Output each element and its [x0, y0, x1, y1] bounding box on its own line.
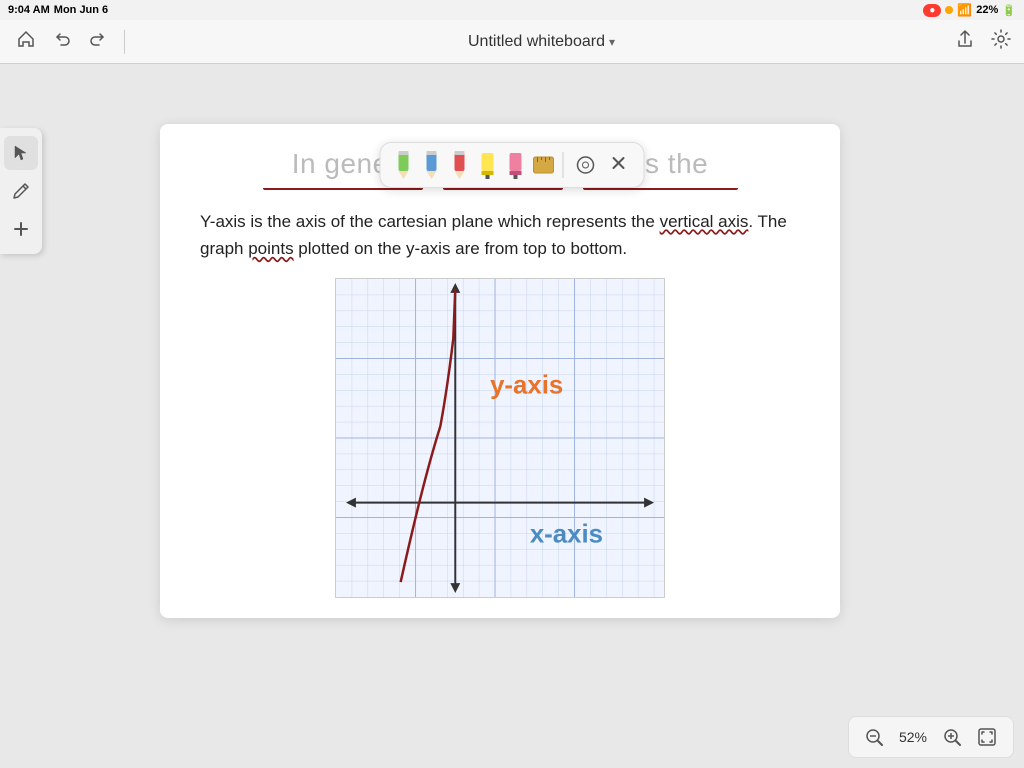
svg-text:x-axis: x-axis [530, 521, 603, 549]
body-text-part3: plotted on the y-axis are from top to bo… [294, 239, 628, 258]
zoom-level-display: 52% [895, 729, 931, 745]
redo-button[interactable] [84, 25, 112, 58]
battery-icon: 🔋 [1002, 4, 1016, 17]
close-icon [609, 153, 629, 173]
left-toolbar [0, 128, 42, 254]
record-indicator: ● [923, 4, 941, 17]
wifi-icon: 📶 [957, 3, 972, 17]
add-tool-button[interactable] [4, 212, 38, 246]
nav-center: Untitled whiteboard ▾ [468, 33, 615, 51]
pen-icon [12, 182, 30, 200]
home-button[interactable] [12, 25, 40, 58]
fit-screen-button[interactable] [973, 723, 1001, 751]
add-icon [12, 220, 30, 238]
nav-left [12, 25, 129, 58]
pencil-green[interactable] [393, 151, 415, 179]
title-text: Untitled whiteboard [468, 33, 605, 51]
zoom-out-button[interactable] [861, 724, 887, 750]
undo-button[interactable] [48, 25, 76, 58]
ruler[interactable] [533, 151, 555, 179]
canvas-area[interactable]: In general, y-axis represents the Y-axis… [0, 64, 1024, 768]
pencil-toolbar [380, 142, 645, 188]
nav-bar: Untitled whiteboard ▾ [0, 20, 1024, 64]
highlighter-yellow[interactable] [477, 151, 499, 179]
body-text-part1: Y-axis is the axis of the cartesian plan… [200, 212, 660, 231]
home-icon [16, 29, 36, 49]
redo-icon [88, 29, 108, 49]
circle-icon [575, 154, 597, 176]
battery-percent: 22% [976, 4, 998, 16]
pencil-blue[interactable] [421, 151, 443, 179]
whiteboard-title[interactable]: Untitled whiteboard ▾ [468, 33, 615, 51]
content-card: In general, y-axis represents the Y-axis… [160, 124, 840, 618]
settings-button[interactable] [990, 28, 1012, 55]
bottom-toolbar: 52% [848, 716, 1014, 758]
svg-text:y-axis: y-axis [490, 372, 563, 400]
body-text-area: Y-axis is the axis of the cartesian plan… [190, 208, 810, 262]
fit-screen-icon [977, 727, 997, 747]
pencil-red[interactable] [449, 151, 471, 179]
pen-tool-button[interactable] [4, 174, 38, 208]
body-text: Y-axis is the axis of the cartesian plan… [200, 208, 800, 262]
toolbar-divider [563, 152, 564, 178]
gear-icon [990, 28, 1012, 50]
orange-indicator [945, 6, 953, 14]
share-button[interactable] [954, 28, 976, 55]
graph-container: y-axis x-axis [190, 278, 810, 598]
title-dropdown-icon: ▾ [609, 35, 615, 49]
toolbar-circle-button[interactable] [572, 151, 600, 179]
zoom-in-button[interactable] [939, 724, 965, 750]
body-text-underlined-2: points [248, 239, 293, 258]
status-right: ● 📶 22% 🔋 [923, 3, 1016, 17]
toolbar-close-button[interactable] [606, 152, 632, 178]
body-text-underlined: vertical axis [660, 212, 749, 231]
zoom-out-icon [865, 728, 883, 746]
day-display: Mon Jun 6 [54, 4, 108, 16]
graph-svg: y-axis x-axis [336, 279, 664, 597]
share-icon [954, 28, 976, 50]
highlighter-pink[interactable] [505, 151, 527, 179]
nav-right [954, 28, 1012, 55]
undo-icon [52, 29, 72, 49]
select-tool-button[interactable] [4, 136, 38, 170]
record-dot-inner: ● [929, 5, 935, 16]
status-bar: 9:04 AM Mon Jun 6 ● 📶 22% 🔋 [0, 0, 1024, 20]
select-icon [12, 144, 30, 162]
zoom-in-icon [943, 728, 961, 746]
time-display: 9:04 AM [8, 4, 50, 16]
nav-separator [124, 30, 125, 54]
graph-box: y-axis x-axis [335, 278, 665, 598]
status-left: 9:04 AM Mon Jun 6 [8, 4, 108, 16]
